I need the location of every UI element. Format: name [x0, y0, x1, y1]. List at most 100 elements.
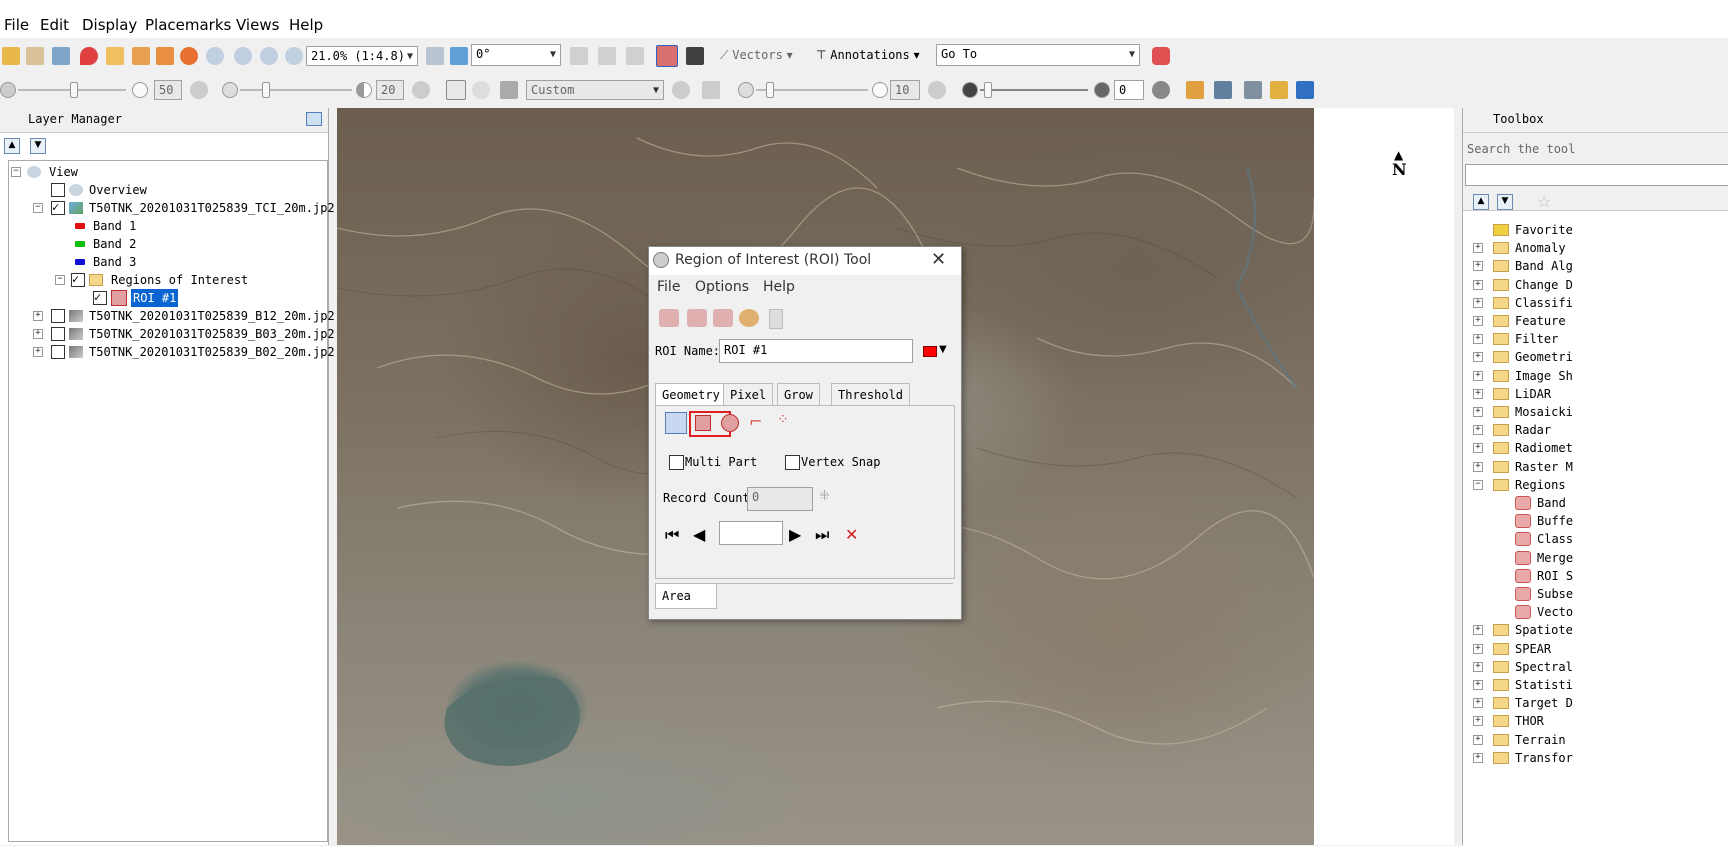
crop-icon[interactable]	[52, 47, 70, 65]
polyline-tool-icon[interactable]: ⌐	[749, 412, 767, 434]
menu-edit[interactable]: Edit	[40, 16, 69, 34]
tree-item-view[interactable]: − View	[9, 163, 325, 181]
b02-checkbox[interactable]	[51, 345, 65, 359]
dialog-menu-options[interactable]: Options	[695, 279, 749, 295]
expand-icon[interactable]: +	[1473, 261, 1483, 272]
expand-icon[interactable]: +	[1473, 734, 1483, 745]
multi-part-checkbox[interactable]	[669, 455, 684, 470]
tab-area[interactable]: Area	[655, 584, 717, 609]
goto-icon[interactable]	[1152, 47, 1170, 65]
previous-record-icon[interactable]: ◀	[693, 525, 705, 544]
menu-display[interactable]: Display	[82, 16, 137, 34]
expand-icon[interactable]: +	[33, 329, 43, 339]
expand-icon[interactable]: +	[1473, 316, 1483, 326]
tree-item-b02-layer[interactable]: + T50TNK_20201031T025839_B02_20m.jp2	[9, 343, 335, 361]
pin-panel-icon[interactable]	[306, 112, 322, 126]
clear-records-icon[interactable]: ⁜	[819, 489, 830, 504]
menu-placemarks[interactable]: Placemarks	[145, 16, 231, 34]
collapse-all-icon[interactable]: ▲	[1473, 194, 1489, 210]
expand-all-icon[interactable]: ▼	[30, 138, 46, 154]
expand-icon[interactable]: +	[1473, 625, 1483, 636]
measure-icon[interactable]	[598, 47, 616, 65]
pan-icon[interactable]	[132, 47, 150, 65]
sharpen-field[interactable]: 10	[890, 80, 920, 100]
zoom-combo[interactable]: 21.0% (1:4.8) ▼	[306, 46, 418, 66]
vertex-snap-checkbox[interactable]	[785, 455, 800, 470]
profile-icon[interactable]	[626, 47, 644, 65]
sharpen-icon[interactable]	[702, 81, 720, 99]
new-roi-icon[interactable]	[659, 309, 679, 327]
view-blend-icon[interactable]	[1270, 81, 1288, 99]
expand-icon[interactable]: +	[1473, 716, 1483, 727]
close-icon[interactable]: ✕	[931, 249, 946, 270]
reset-icon[interactable]	[190, 81, 208, 99]
last-record-icon[interactable]: ⏭	[815, 525, 829, 545]
roi-tool-icon[interactable]	[656, 45, 678, 67]
expand-icon[interactable]: +	[33, 311, 43, 321]
expand-icon[interactable]: +	[1473, 443, 1483, 454]
menu-file[interactable]: File	[4, 16, 29, 34]
ellipse-tool-icon[interactable]	[721, 414, 739, 432]
record-index-input[interactable]	[719, 521, 783, 545]
next-record-icon[interactable]: ▶	[789, 525, 801, 544]
expand-icon[interactable]: +	[1473, 461, 1483, 472]
tree-item-b12-layer[interactable]: + T50TNK_20201031T025839_B12_20m.jp2	[9, 307, 335, 325]
delete-all-roi-icon[interactable]	[713, 309, 733, 327]
collapse-icon[interactable]: −	[1473, 479, 1483, 490]
histogram-icon[interactable]	[500, 81, 518, 99]
tab-pixel[interactable]: Pixel	[723, 383, 774, 406]
layout-icon[interactable]	[1214, 81, 1232, 99]
delete-record-icon[interactable]: ✕	[845, 525, 858, 544]
expand-icon[interactable]: +	[1473, 752, 1483, 763]
expand-icon[interactable]: +	[1473, 680, 1483, 690]
brightness-field[interactable]: 50	[154, 80, 182, 100]
collapse-icon[interactable]: −	[55, 275, 65, 285]
vectors-dropdown[interactable]: ⟋ Vectors ▾	[720, 48, 793, 63]
expand-all-icon[interactable]: ▼	[1497, 194, 1513, 210]
expand-icon[interactable]: +	[1473, 370, 1483, 381]
menu-help[interactable]: Help	[289, 16, 323, 34]
expand-icon[interactable]: +	[1473, 243, 1483, 254]
open-icon[interactable]	[2, 47, 20, 65]
stretch-icon[interactable]	[446, 80, 466, 100]
data-manager-icon[interactable]	[26, 47, 44, 65]
tci-checkbox[interactable]	[51, 198, 65, 216]
dialog-menu-file[interactable]: File	[657, 279, 680, 295]
tree-item-tci-layer[interactable]: − T50TNK_20201031T025839_TCI_20m.jp2	[9, 198, 335, 217]
reset-icon[interactable]	[928, 81, 946, 99]
tree-item-b03-layer[interactable]: + T50TNK_20201031T025839_B03_20m.jp2	[9, 325, 335, 343]
sharpen-knob[interactable]	[766, 82, 774, 98]
roi-checkbox[interactable]	[93, 288, 107, 306]
tab-grow[interactable]: Grow	[777, 383, 820, 406]
contrast-slider[interactable]	[240, 89, 352, 91]
rectangle-tool-icon[interactable]	[695, 415, 711, 431]
tree-item-roi-1[interactable]: ROI #1	[9, 288, 325, 307]
expand-icon[interactable]: +	[1473, 352, 1483, 363]
tab-threshold[interactable]: Threshold	[831, 383, 911, 406]
pixel-locator-icon[interactable]	[686, 47, 704, 65]
roi-color-swatch[interactable]	[923, 346, 937, 357]
star-icon[interactable]: ☆	[1537, 192, 1551, 211]
tree-item-overview[interactable]: Overview	[9, 181, 325, 199]
b03-checkbox[interactable]	[51, 327, 65, 341]
reset-icon[interactable]	[1152, 81, 1170, 99]
overview-checkbox[interactable]	[51, 183, 65, 197]
ruler-icon[interactable]	[1186, 81, 1204, 99]
expand-icon[interactable]: +	[33, 347, 43, 357]
expand-icon[interactable]: +	[1473, 425, 1483, 436]
pin-icon[interactable]	[80, 47, 98, 65]
contrast-field[interactable]: 20	[376, 80, 404, 100]
zoom-in-icon[interactable]	[234, 47, 252, 65]
transparency-slider[interactable]	[980, 89, 1088, 91]
stretch-combo[interactable]: Custom ▼	[526, 80, 664, 100]
pan-grab-icon[interactable]	[570, 47, 588, 65]
expand-icon[interactable]: +	[1473, 388, 1483, 399]
roi-group-checkbox[interactable]	[71, 270, 85, 288]
roi-properties-icon[interactable]	[739, 309, 759, 327]
expand-icon[interactable]: +	[1473, 279, 1483, 290]
refresh-icon[interactable]	[672, 81, 690, 99]
view-grid-icon[interactable]	[1296, 81, 1314, 99]
expand-icon[interactable]: +	[1473, 297, 1483, 308]
fly-icon[interactable]	[156, 47, 174, 65]
tree-item-regions-of-interest[interactable]: − Regions of Interest	[9, 270, 325, 289]
